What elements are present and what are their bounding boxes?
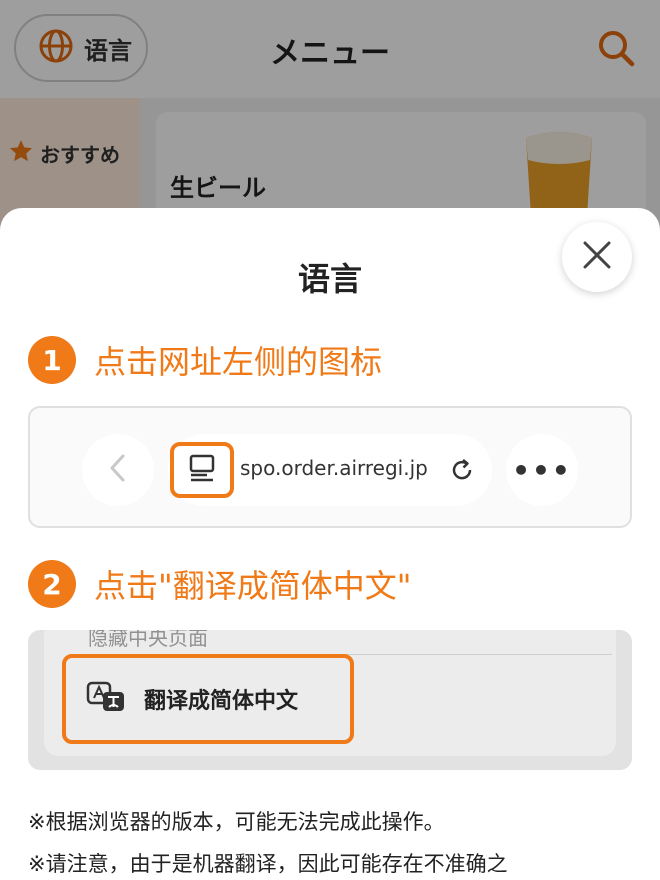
sheet-title: 语言 bbox=[297, 260, 362, 298]
step-instruction: 点击网址左侧的图标 bbox=[94, 343, 383, 381]
chevron-left-icon bbox=[106, 453, 130, 487]
url-text: spo.order.airregi.jp bbox=[240, 456, 428, 480]
more-options-icon: ••• bbox=[506, 434, 578, 506]
translate-menu-label: 翻译成简体中文 bbox=[144, 689, 299, 714]
translate-menu-item-highlight: 翻译成简体中文 bbox=[62, 654, 354, 744]
reload-icon bbox=[448, 456, 476, 488]
page-menu-icon bbox=[187, 453, 217, 487]
highlighted-page-menu-icon bbox=[170, 442, 234, 498]
step-2: 2 点击"翻译成简体中文" bbox=[28, 560, 411, 608]
step-number-badge: 1 bbox=[28, 336, 76, 384]
browser-bar-illustration: spo.order.airregi.jp ••• bbox=[28, 406, 632, 528]
url-bar-illustration: spo.order.airregi.jp bbox=[168, 434, 492, 506]
translate-icon bbox=[86, 680, 126, 718]
faded-menu-item: 隐藏中央页面 bbox=[88, 630, 208, 650]
translate-menu-illustration: 隐藏中央页面 翻译成简体中文 bbox=[28, 630, 632, 770]
language-sheet: 语言 1 点击网址左侧的图标 spo.order.airregi.jp ••• … bbox=[0, 208, 660, 880]
back-button-illustration bbox=[82, 434, 154, 506]
note-text: ※根据浏览器的版本，可能无法完成此操作。 bbox=[28, 810, 445, 834]
step-instruction: 点击"翻译成简体中文" bbox=[94, 567, 412, 605]
step-1: 1 点击网址左侧的图标 bbox=[28, 336, 382, 384]
note-text: ※请注意，由于是机器翻译，因此可能存在不准确之 bbox=[28, 852, 508, 876]
step-number-badge: 2 bbox=[28, 560, 76, 608]
